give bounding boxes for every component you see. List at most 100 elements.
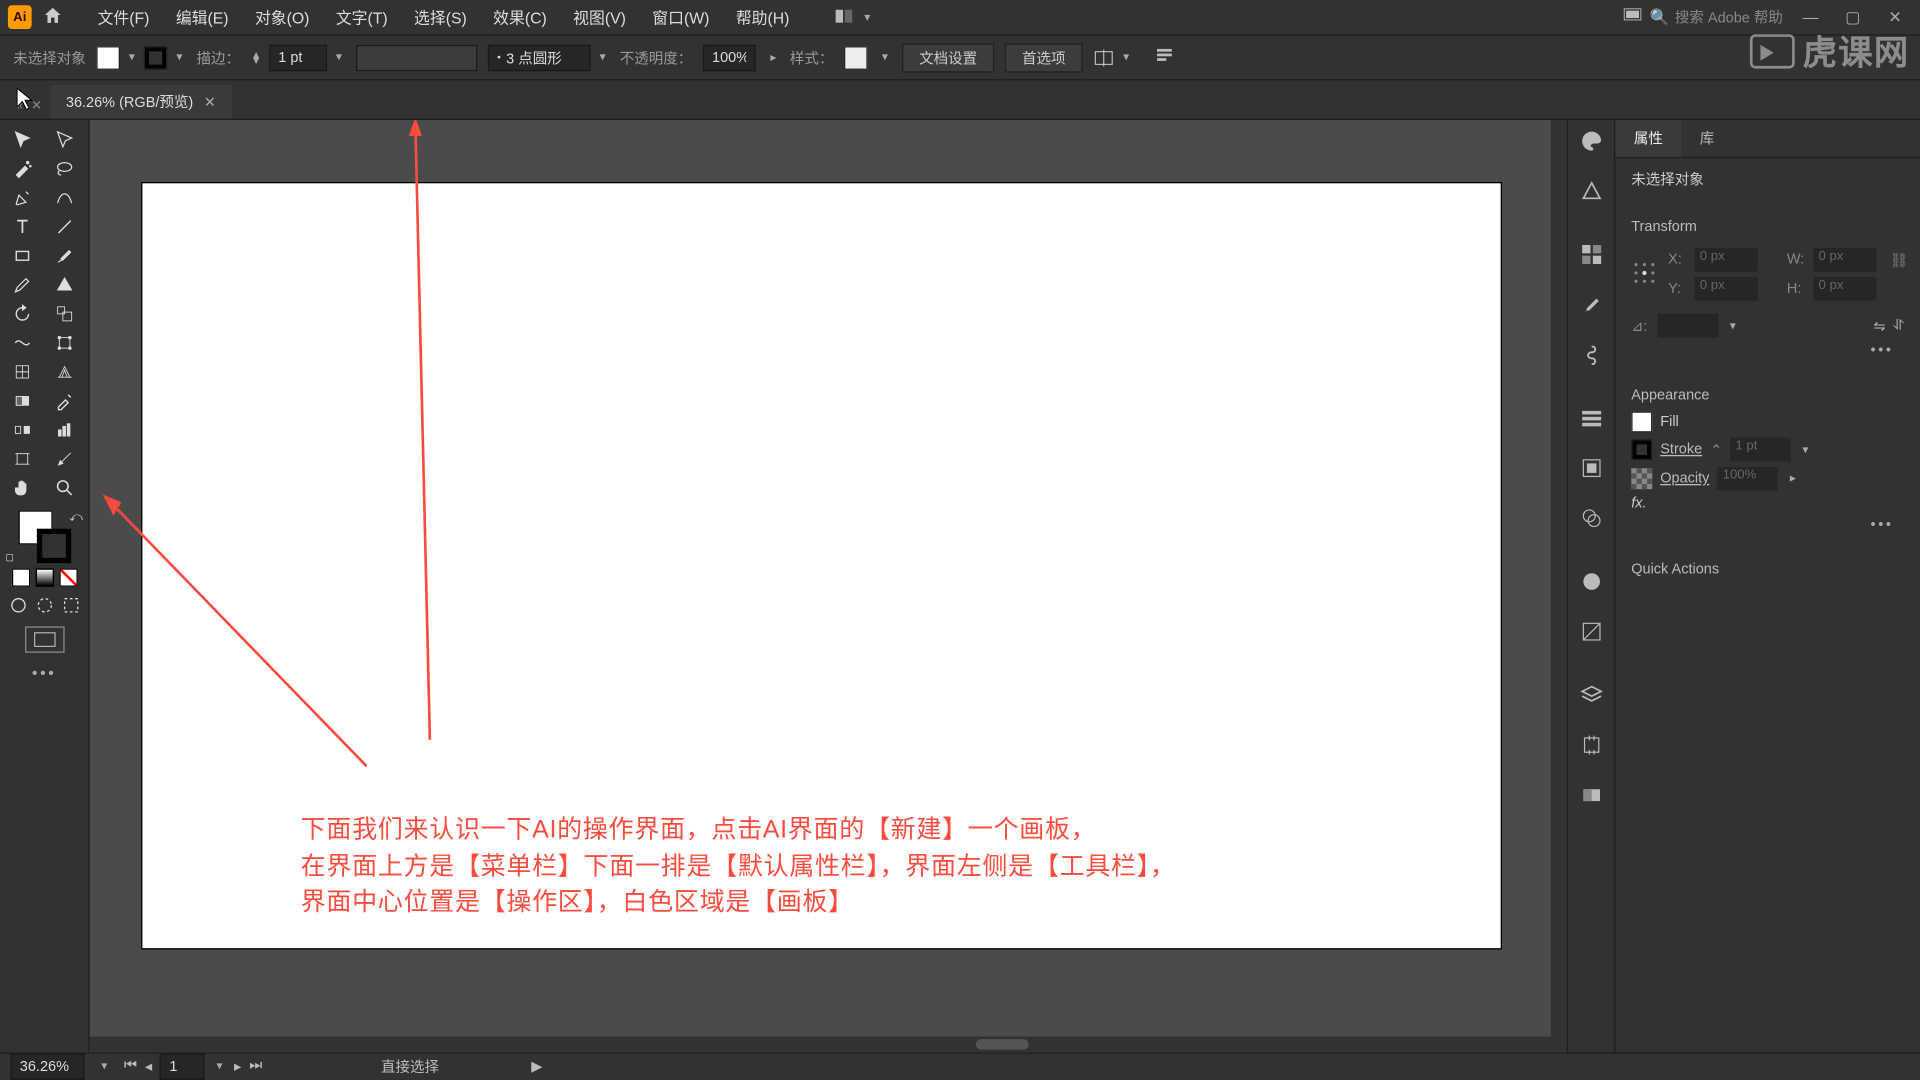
h-value[interactable]: 0 px [1813,277,1876,301]
links-panel-icon[interactable] [1578,782,1604,808]
menu-type[interactable]: 文字(T) [323,6,401,28]
stroke-dropdown[interactable]: ▾ [173,51,186,64]
graphic-style-dropdown[interactable]: ▾ [878,51,891,64]
tool-curvature[interactable] [44,183,84,212]
gradient-mode-icon[interactable] [35,568,53,586]
stroke-stepper-icon[interactable]: ◂▸ [251,51,264,64]
color-guide-panel-icon[interactable] [1578,178,1604,204]
tool-column-graph[interactable] [44,415,84,444]
none-mode-icon[interactable] [59,568,77,586]
tool-magic-wand[interactable] [3,154,43,183]
default-fill-stroke-icon[interactable]: ◻ [5,551,14,563]
reference-point-icon[interactable] [1631,259,1657,289]
control-panel-flyout-icon[interactable] [1154,46,1175,68]
first-artboard-icon[interactable]: ⏮ [124,1058,137,1075]
menu-file[interactable]: 文件(F) [84,6,162,28]
menu-object[interactable]: 对象(O) [242,6,323,28]
tool-hand[interactable] [3,473,43,502]
appearance-flyout-icon[interactable]: ••• [1631,517,1904,533]
stroke-link[interactable]: Stroke [1660,442,1702,458]
document-tab-close-icon[interactable]: ✕ [204,93,216,110]
transform-flyout-icon[interactable]: ••• [1631,343,1904,359]
fill-dropdown[interactable]: ▾ [125,51,138,64]
prev-artboard-icon[interactable]: ◂ [145,1058,152,1075]
tool-eyedropper[interactable] [44,386,84,415]
document-setup-button[interactable]: 文档设置 [902,43,994,72]
tool-shaper[interactable] [44,270,84,299]
w-value[interactable]: 0 px [1813,248,1876,272]
tool-free-transform[interactable] [44,328,84,357]
appearance-panel-icon[interactable] [1578,618,1604,644]
tool-rectangle[interactable] [3,241,43,270]
tab-close-all-icon[interactable]: ✕ [31,99,42,114]
stroke-weight-input[interactable] [269,44,327,70]
canvas-area[interactable]: 下面我们来认识一下AI的操作界面，点击AI界面的【新建】一个画板， 在界面上方是… [90,120,1567,1052]
menu-edit[interactable]: 编辑(E) [163,6,242,28]
menu-window[interactable]: 窗口(W) [639,6,723,28]
screen-mode-icon[interactable] [24,626,64,652]
tool-artboard[interactable] [3,444,43,473]
brushes-panel-icon[interactable] [1578,291,1604,317]
tool-width[interactable] [3,328,43,357]
tool-mesh[interactable] [3,357,43,386]
maximize-button[interactable]: ▢ [1836,5,1870,29]
tab-nav-prev-icon[interactable]: « [16,99,23,114]
tool-scale[interactable] [44,299,84,328]
libraries-tab[interactable]: 库 [1681,120,1732,157]
tool-slice[interactable] [44,444,84,473]
color-mode-icon[interactable] [11,568,29,586]
brush-dropdown[interactable]: ▾ [596,51,609,64]
opacity-link[interactable]: Opacity [1660,471,1709,487]
tool-paintbrush[interactable] [44,241,84,270]
graphic-style-swatch[interactable] [844,45,868,69]
menu-view[interactable]: 视图(V) [560,6,639,28]
layers-panel-icon[interactable] [1578,682,1604,708]
vertical-scrollbar[interactable] [1551,120,1567,1036]
artboard-dropdown[interactable]: ▾ [213,1060,226,1073]
zoom-dropdown[interactable]: ▾ [98,1060,111,1073]
align-panel-icon[interactable] [1578,455,1604,481]
symbols-panel-icon[interactable] [1578,342,1604,368]
tool-pen[interactable] [3,183,43,212]
properties-tab[interactable]: 属性 [1615,120,1681,157]
stroke-color-swatch[interactable] [36,529,70,563]
tool-selection[interactable] [3,125,43,154]
artboards-panel-icon[interactable] [1578,732,1604,758]
help-search[interactable]: 🔍 搜索 Adobe 帮助 [1650,7,1783,28]
menu-help[interactable]: 帮助(H) [723,6,803,28]
fx-label[interactable]: fx. [1631,496,1646,512]
draw-behind-icon[interactable] [34,595,55,616]
x-value[interactable]: 0 px [1695,248,1758,272]
horizontal-scrollbar[interactable] [90,1036,1567,1052]
tool-zoom[interactable] [44,473,84,502]
stroke-weight-dropdown[interactable]: ▾ [332,51,345,64]
tool-blend[interactable] [3,415,43,444]
menu-select[interactable]: 选择(S) [401,6,480,28]
flip-vertical-icon[interactable]: ⥯ [1893,317,1904,334]
arrange-docs-dropdown[interactable]: ▾ [861,11,874,24]
artboard-number-input[interactable] [160,1053,205,1079]
swatches-panel-icon[interactable] [1578,241,1604,267]
draw-normal-icon[interactable] [7,595,28,616]
home-icon[interactable] [42,5,66,29]
status-play-icon[interactable]: ▶ [531,1058,542,1075]
tool-pencil[interactable] [3,270,43,299]
align-to-dropdown[interactable]: ▾ [1120,51,1133,64]
appearance-stroke-swatch[interactable] [1631,439,1652,460]
appearance-fill-swatch[interactable] [1631,411,1652,432]
stroke-panel-icon[interactable] [1578,405,1604,431]
zoom-input[interactable] [11,1053,85,1079]
minimize-button[interactable]: ― [1793,5,1827,29]
tool-lasso[interactable] [44,154,84,183]
opacity-arrow-icon[interactable]: ▾ [766,51,779,64]
last-artboard-icon[interactable]: ⏭ [249,1058,262,1075]
artboard[interactable] [142,183,1500,948]
tool-type[interactable] [3,212,43,241]
swap-fill-stroke-icon[interactable]: ⤺ [69,510,83,525]
arrange-docs-icon[interactable] [826,5,860,29]
fill-swatch[interactable] [96,45,120,69]
tool-gradient[interactable] [3,386,43,415]
document-tab[interactable]: 36.26% (RGB/预览) ✕ [50,84,232,118]
tool-direct-selection[interactable] [44,125,84,154]
align-to-control[interactable]: ▾ [1093,47,1133,68]
